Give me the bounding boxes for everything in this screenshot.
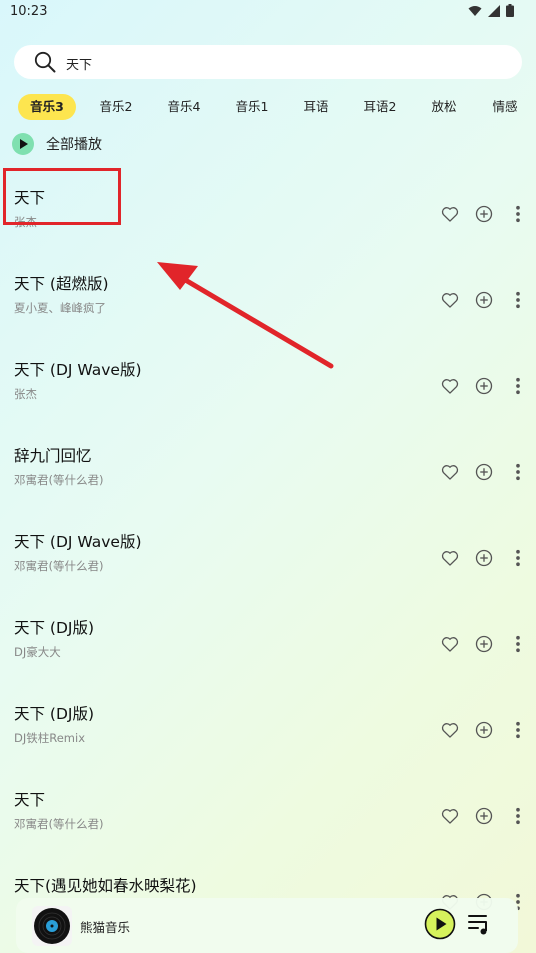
plus-circle-icon[interactable] (474, 634, 494, 654)
song-row[interactable]: 天下 (DJ Wave版) 张杰 (0, 344, 536, 430)
song-artist: 邓寓君(等什么君) (14, 817, 104, 831)
more-vertical-icon[interactable] (508, 376, 528, 396)
status-bar: 10:23 (0, 0, 536, 24)
heart-icon[interactable] (440, 376, 460, 396)
tab-music1[interactable]: 音乐1 (224, 94, 280, 120)
player-track-name: 熊猫音乐 (80, 920, 131, 935)
play-button[interactable] (424, 908, 456, 940)
tab-whisper[interactable]: 耳语 (292, 94, 340, 120)
song-title: 天下 (14, 791, 46, 809)
more-vertical-icon[interactable] (508, 290, 528, 310)
song-title: 天下(遇见她如春水映梨花) (14, 877, 197, 895)
song-row[interactable]: 天下 (DJ版) DJ铁柱Remix (0, 688, 536, 774)
song-title: 天下 (DJ Wave版) (14, 533, 142, 551)
more-vertical-icon[interactable] (508, 462, 528, 482)
play-all-label: 全部播放 (46, 137, 102, 153)
mini-player[interactable]: 熊猫音乐 (16, 898, 518, 953)
more-vertical-icon[interactable] (508, 720, 528, 740)
status-icons (468, 4, 514, 17)
heart-icon[interactable] (440, 806, 460, 826)
plus-circle-icon[interactable] (474, 548, 494, 568)
tab-music2[interactable]: 音乐2 (88, 94, 144, 120)
song-title: 天下 (超燃版) (14, 275, 109, 293)
more-vertical-icon[interactable] (508, 204, 528, 224)
search-input[interactable] (64, 51, 488, 75)
category-tabs: 音乐3 音乐2 音乐4 音乐1 耳语 耳语2 放松 情感 (0, 94, 536, 120)
tab-relax[interactable]: 放松 (420, 94, 468, 120)
song-row[interactable]: 辞九门回忆 邓寓君(等什么君) (0, 430, 536, 516)
heart-icon[interactable] (440, 204, 460, 224)
song-row[interactable]: 天下 (超燃版) 夏小夏、峰峰疯了 (0, 258, 536, 344)
plus-circle-icon[interactable] (474, 720, 494, 740)
tab-music3[interactable]: 音乐3 (18, 94, 76, 120)
song-row[interactable]: 天下 (DJ版) DJ豪大大 (0, 602, 536, 688)
song-artist: 夏小夏、峰峰疯了 (14, 301, 106, 315)
playlist-icon[interactable] (468, 913, 492, 935)
plus-circle-icon[interactable] (474, 204, 494, 224)
song-row[interactable]: 天下 邓寓君(等什么君) (0, 774, 536, 860)
tab-music4[interactable]: 音乐4 (156, 94, 212, 120)
status-time: 10:23 (10, 4, 48, 19)
heart-icon[interactable] (440, 548, 460, 568)
more-vertical-icon[interactable] (508, 634, 528, 654)
song-title: 天下 (DJ版) (14, 619, 95, 637)
plus-circle-icon[interactable] (474, 806, 494, 826)
song-artist: 邓寓君(等什么君) (14, 559, 104, 573)
signal-icon (488, 4, 500, 17)
song-row[interactable]: 天下 (DJ Wave版) 邓寓君(等什么君) (0, 516, 536, 602)
heart-icon[interactable] (440, 720, 460, 740)
song-artist: DJ豪大大 (14, 645, 61, 659)
vinyl-disc-icon[interactable] (32, 906, 72, 946)
more-vertical-icon[interactable] (508, 548, 528, 568)
heart-icon[interactable] (440, 462, 460, 482)
song-title: 辞九门回忆 (14, 447, 92, 465)
plus-circle-icon[interactable] (474, 376, 494, 396)
search-bar[interactable] (14, 45, 522, 79)
annotation-highlight-box (3, 168, 121, 225)
battery-icon (506, 4, 514, 17)
song-title: 天下 (DJ版) (14, 705, 95, 723)
plus-circle-icon[interactable] (474, 462, 494, 482)
song-artist: 张杰 (14, 387, 37, 401)
heart-icon[interactable] (440, 290, 460, 310)
tab-emotion[interactable]: 情感 (480, 94, 530, 120)
tab-whisper2[interactable]: 耳语2 (352, 94, 408, 120)
play-icon[interactable] (12, 133, 34, 155)
heart-icon[interactable] (440, 634, 460, 654)
wifi-icon (468, 5, 482, 16)
plus-circle-icon[interactable] (474, 290, 494, 310)
search-icon[interactable] (34, 51, 56, 73)
play-all-button[interactable]: 全部播放 (12, 132, 102, 156)
song-title: 天下 (DJ Wave版) (14, 361, 142, 379)
more-vertical-icon[interactable] (508, 806, 528, 826)
song-artist: DJ铁柱Remix (14, 731, 85, 745)
song-artist: 邓寓君(等什么君) (14, 473, 104, 487)
